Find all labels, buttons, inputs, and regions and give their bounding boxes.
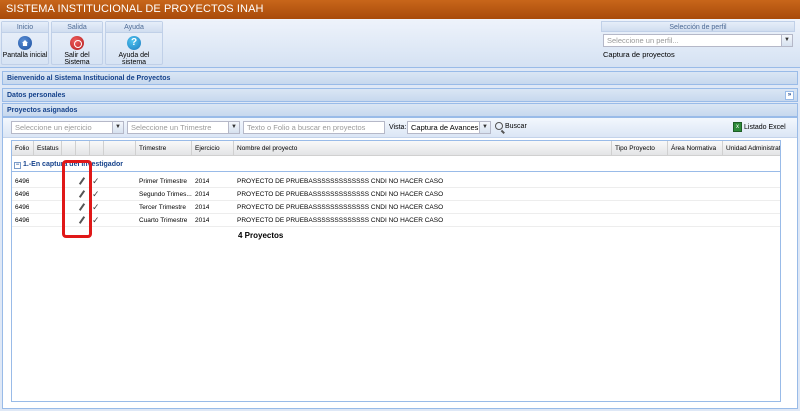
- expand-icon[interactable]: »: [785, 91, 794, 100]
- cell-nombre: PROYECTO DE PRUEBASSSSSSSSSSSSS CNDI NO …: [237, 178, 444, 185]
- excel-button-label: Listado Excel: [744, 123, 786, 131]
- table-row[interactable]: 6496 ✓ Cuarto Trimestre 2014 PROYECTO DE…: [12, 214, 780, 227]
- welcome-title: Bienvenido al Sistema Institucional de P…: [7, 75, 171, 82]
- assigned-projects-panel-header: Proyectos asignados: [2, 103, 798, 117]
- help-button[interactable]: ? Ayuda del sistema: [106, 35, 162, 66]
- profile-title: Selección de perfil: [601, 21, 795, 32]
- ribbon-group-ayuda: Ayuda ? Ayuda del sistema: [105, 21, 163, 66]
- cell-nombre: PROYECTO DE PRUEBASSSSSSSSSSSSS CNDI NO …: [237, 191, 444, 198]
- column-header-folio[interactable]: Folio: [12, 141, 34, 156]
- vista-value: Captura de Avances: [411, 123, 479, 132]
- home-icon: [18, 36, 32, 50]
- grid-summary: 4 Proyectos: [238, 231, 284, 240]
- ribbon-group-title: Inicio: [2, 22, 48, 33]
- search-button[interactable]: Buscar: [495, 122, 527, 130]
- annotation-highlight-box: [62, 160, 92, 238]
- chevron-down-icon[interactable]: ▼: [228, 122, 239, 133]
- cell-ejercicio: 2014: [195, 204, 210, 211]
- profile-selector: Selección de perfil Seleccione un perfil…: [601, 21, 795, 65]
- projects-grid: Folio Estatus Trimestre Ejercicio Nombre…: [11, 140, 781, 402]
- column-header-ejercicio[interactable]: Ejercicio: [192, 141, 234, 156]
- ribbon-group-inicio: Inicio Pantalla inicial: [1, 21, 49, 65]
- search-input[interactable]: Texto o Folio a buscar en proyectos: [243, 121, 385, 134]
- column-header-nombre[interactable]: Nombre del proyecto: [234, 141, 612, 156]
- trimestre-combo[interactable]: Seleccione un Trimestre ▼: [127, 121, 240, 134]
- chevron-down-icon[interactable]: ▼: [781, 35, 792, 46]
- cell-ejercicio: 2014: [195, 178, 210, 185]
- personal-data-title: Datos personales: [7, 92, 66, 99]
- ribbon-toolbar: Inicio Pantalla inicial Salida Salir del…: [0, 19, 800, 68]
- exit-button[interactable]: Salir del Sistema: [52, 35, 102, 66]
- table-row[interactable]: 6496 ✓ Tercer Trimestre 2014 PROYECTO DE…: [12, 201, 780, 214]
- assigned-projects-panel: Seleccione un ejercicio ▼ Seleccione un …: [2, 117, 798, 409]
- column-header-estatus[interactable]: Estatus: [34, 141, 62, 156]
- excel-export-button[interactable]: x Listado Excel: [733, 122, 786, 132]
- search-button-label: Buscar: [505, 122, 527, 130]
- grid-header: Folio Estatus Trimestre Ejercicio Nombre…: [12, 141, 780, 156]
- column-header-blank[interactable]: [104, 141, 136, 156]
- app-title-bar: SISTEMA INSTITUCIONAL DE PROYECTOS INAH: [0, 0, 800, 19]
- checkmark-icon[interactable]: ✓: [92, 214, 100, 227]
- cell-nombre: PROYECTO DE PRUEBASSSSSSSSSSSSS CNDI NO …: [237, 204, 444, 211]
- cell-trimestre: Primer Trimestre: [139, 178, 188, 185]
- search-icon: [495, 122, 503, 130]
- cell-ejercicio: 2014: [195, 191, 210, 198]
- column-header-edit[interactable]: [76, 141, 90, 156]
- exit-button-label: Salir del Sistema: [64, 52, 90, 66]
- help-icon: ?: [127, 36, 141, 50]
- cell-trimestre: Cuarto Trimestre: [139, 217, 188, 224]
- cell-folio: 6496: [15, 191, 30, 198]
- column-header-blank[interactable]: [62, 141, 76, 156]
- ejercicio-combo[interactable]: Seleccione un ejercicio ▼: [11, 121, 124, 134]
- assigned-projects-title: Proyectos asignados: [7, 107, 78, 114]
- profile-caption: Captura de proyectos: [603, 50, 675, 59]
- grid-toolbar: Seleccione un ejercicio ▼ Seleccione un …: [3, 118, 797, 138]
- cell-folio: 6496: [15, 178, 30, 185]
- welcome-panel-header: Bienvenido al Sistema Institucional de P…: [2, 71, 798, 85]
- vista-combo[interactable]: Captura de Avances ▼: [407, 121, 491, 134]
- cell-trimestre: Tercer Trimestre: [139, 204, 186, 211]
- ejercicio-placeholder: Seleccione un ejercicio: [15, 123, 92, 132]
- cell-folio: 6496: [15, 204, 30, 211]
- excel-icon: x: [733, 122, 742, 132]
- profile-placeholder: Seleccione un perfil...: [607, 36, 679, 45]
- checkmark-icon[interactable]: ✓: [92, 188, 100, 201]
- table-row[interactable]: 6496 ✓ Primer Trimestre 2014 PROYECTO DE…: [12, 175, 780, 188]
- ribbon-group-salida: Salida Salir del Sistema: [51, 21, 103, 66]
- exit-icon: [70, 36, 84, 50]
- cell-nombre: PROYECTO DE PRUEBASSSSSSSSSSSSS CNDI NO …: [237, 217, 444, 224]
- column-header-trimestre[interactable]: Trimestre: [136, 141, 192, 156]
- profile-combo[interactable]: Seleccione un perfil... ▼: [603, 34, 793, 47]
- home-button[interactable]: Pantalla inicial: [2, 35, 48, 59]
- checkmark-icon[interactable]: ✓: [92, 175, 100, 188]
- cell-trimestre: Segundo Trimes...: [139, 191, 192, 198]
- ribbon-group-title: Ayuda: [106, 22, 162, 33]
- trimestre-placeholder: Seleccione un Trimestre: [131, 123, 212, 132]
- column-header-area[interactable]: Área Normativa: [668, 141, 723, 156]
- personal-data-panel-header[interactable]: Datos personales »: [2, 88, 798, 102]
- vista-label: Vista:: [389, 124, 407, 131]
- cell-ejercicio: 2014: [195, 217, 210, 224]
- table-row[interactable]: 6496 ✓ Segundo Trimes... 2014 PROYECTO D…: [12, 188, 780, 201]
- collapse-icon[interactable]: −: [14, 162, 21, 169]
- column-header-tipo[interactable]: Tipo Proyecto: [612, 141, 668, 156]
- ribbon-group-title: Salida: [52, 22, 102, 33]
- column-header-check[interactable]: [90, 141, 104, 156]
- chevron-down-icon[interactable]: ▼: [112, 122, 123, 133]
- checkmark-icon[interactable]: ✓: [92, 201, 100, 214]
- home-button-label: Pantalla inicial: [2, 52, 48, 59]
- group-divider: [12, 171, 780, 172]
- chevron-down-icon[interactable]: ▼: [479, 122, 490, 133]
- help-button-label: Ayuda del sistema: [118, 52, 150, 66]
- column-header-unidad[interactable]: Unidad Administrativa: [723, 141, 780, 156]
- cell-folio: 6496: [15, 217, 30, 224]
